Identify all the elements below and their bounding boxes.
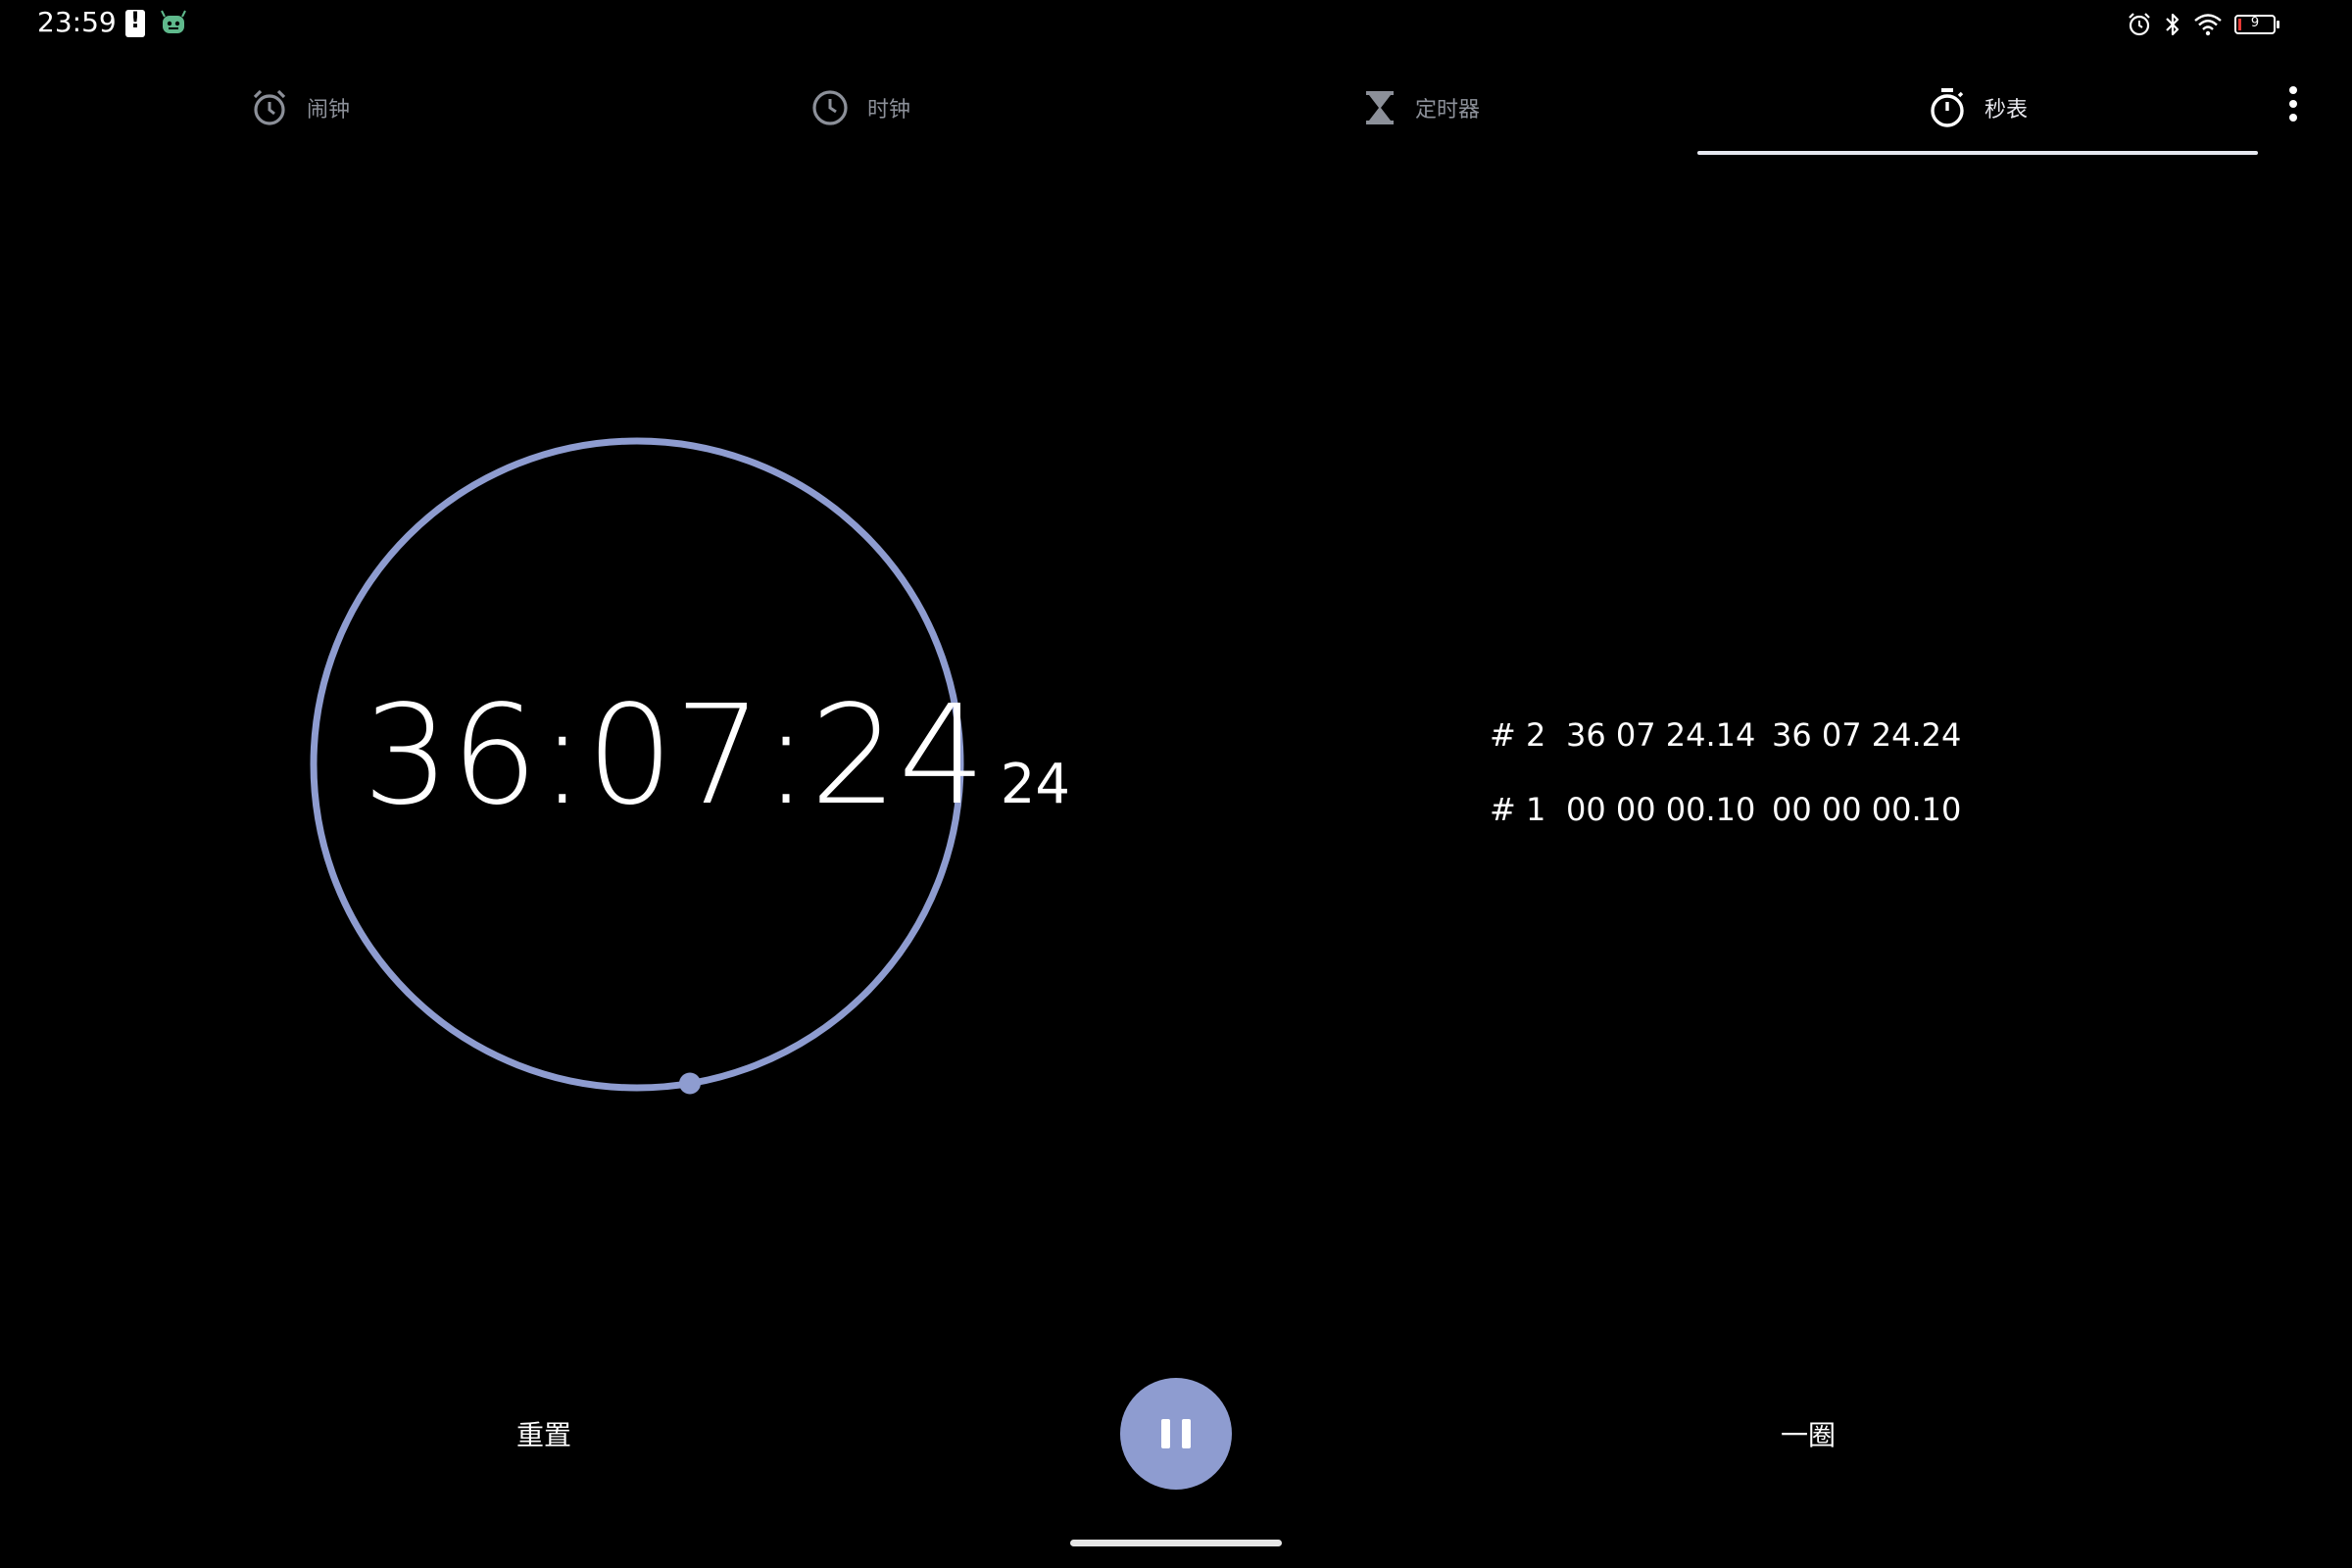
lap-total-time: 00 00 00.10 <box>1772 791 1962 828</box>
elapsed-time-main: 36:07:24 <box>363 676 987 836</box>
tab-bar: 闹钟 时钟 定时器 秒表 <box>0 59 2352 157</box>
lap-total-time: 36 07 24.24 <box>1772 716 1962 754</box>
lap-number: # 1 <box>1490 791 1546 828</box>
tab-alarm-label: 闹钟 <box>306 98 350 122</box>
lap-button[interactable]: 一圈 <box>1764 1411 1852 1460</box>
pause-button[interactable] <box>1120 1378 1232 1490</box>
tab-stopwatch-label: 秒表 <box>1984 98 2028 122</box>
reset-button[interactable]: 重置 <box>500 1411 588 1460</box>
tab-alarm[interactable]: 闹钟 <box>118 59 482 157</box>
overflow-menu-button[interactable] <box>2276 80 2311 127</box>
lap-number: # 2 <box>1490 716 1546 754</box>
robot-icon <box>161 10 186 33</box>
tab-clock-label: 时钟 <box>866 98 910 122</box>
elapsed-time-hundredths: 24 <box>1000 753 1071 816</box>
lap-time: 36 07 24.14 <box>1566 716 1756 754</box>
lap-row: # 1 00 00 00.10 00 00 00.10 <box>1490 772 1999 847</box>
stopwatch-icon <box>1931 88 1964 127</box>
battery-level: 9 <box>2250 16 2260 30</box>
elapsed-time: 36:07:24 24 <box>363 676 1071 836</box>
alarm-status-icon <box>2129 13 2150 36</box>
hourglass-icon <box>1365 91 1394 124</box>
clock-icon <box>812 90 848 125</box>
battery-alert-icon <box>125 9 145 37</box>
status-bar: 23:59 ! 9 <box>0 0 2352 49</box>
tab-clock[interactable]: 时钟 <box>678 59 1043 157</box>
home-indicator[interactable] <box>1070 1540 1282 1546</box>
status-time: 23:59 <box>37 6 117 38</box>
active-tab-indicator <box>1697 151 2258 155</box>
clock-app: 23:59 ! 9 闹钟 时钟 定时器 秒表 36:07:24 24 # 2 3… <box>0 0 2352 1568</box>
battery-icon: 9 <box>2234 15 2279 34</box>
wifi-icon <box>2194 14 2222 36</box>
dial-progress-dot <box>679 1072 701 1095</box>
lap-row: # 2 36 07 24.14 36 07 24.24 <box>1490 698 1999 772</box>
lap-time: 00 00 00.10 <box>1566 791 1756 828</box>
pause-icon <box>1161 1419 1170 1448</box>
tab-timer[interactable]: 定时器 <box>1239 59 1603 157</box>
tab-timer-label: 定时器 <box>1414 98 1480 122</box>
tab-stopwatch[interactable]: 秒表 <box>1795 59 2160 157</box>
lap-list: # 2 36 07 24.14 36 07 24.24 # 1 00 00 00… <box>1490 698 1999 847</box>
bluetooth-icon <box>2166 13 2180 36</box>
alarm-icon <box>253 89 286 125</box>
